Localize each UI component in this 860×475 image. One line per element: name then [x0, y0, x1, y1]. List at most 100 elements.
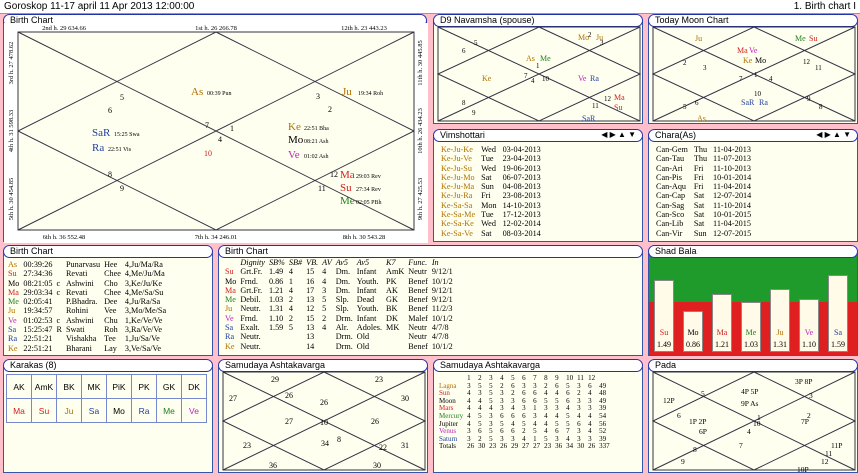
- list-row[interactable]: Can-Vir Sun 12-07-2015: [653, 229, 754, 238]
- list-row[interactable]: Can-Aqu Fri 11-04-2014: [653, 182, 754, 191]
- table-cell: Me: [225, 295, 236, 305]
- table-cell: [55, 344, 64, 353]
- table-cell: 13: [306, 332, 315, 342]
- list-cell: Sat: [481, 228, 492, 238]
- table-cell: Ve: [8, 315, 17, 325]
- bindu-total: 27: [229, 394, 237, 403]
- planet-ra: Ra: [92, 142, 104, 154]
- table-cell: 23: [544, 442, 552, 451]
- table-cell: Benef: [408, 295, 428, 305]
- table-cell: 19:34:57: [23, 306, 53, 316]
- house-sign-number: 1: [230, 124, 234, 133]
- table-cell: Frnd.: [240, 276, 258, 286]
- table-cell: 13: [306, 295, 315, 305]
- chart-selector[interactable]: 1. Birth chart I: [794, 0, 856, 14]
- list-row[interactable]: Can-Sco Sat 10-01-2015: [653, 210, 754, 219]
- list-row[interactable]: Ke-Ju-Ke Wed 03-04-2013: [438, 145, 544, 154]
- table-cell: 10/1/2: [431, 276, 453, 286]
- bar-value-label: 1.21: [715, 340, 729, 349]
- list-row[interactable]: Can-Tau Thu 11-07-2013: [653, 154, 754, 163]
- pada-label: 3: [809, 391, 813, 400]
- list-cell: Sat: [693, 191, 705, 201]
- list-row[interactable]: Ke-Sa-Ve Sat 08-03-2014: [438, 229, 544, 238]
- panel-title: Karakas (8): [10, 360, 57, 370]
- list-row[interactable]: Can-Gem Thu 11-04-2013: [653, 145, 754, 154]
- karaka-planet: Ma: [6, 398, 32, 423]
- bindu-total: 26: [285, 391, 293, 400]
- table-cell: Roh: [104, 325, 118, 335]
- karakas-table: AK AmK BK MK PiK PK GK DK Ma Su Ju Sa Mo Ra Me Ve: [6, 374, 207, 457]
- pada-panel: Pada 4P 5P 9P As 3P 8P 12P 6 1P 2P 6P 7P 10 4 1 7 8 9…: [648, 359, 858, 474]
- house-sign-number: 12: [604, 95, 612, 103]
- list-row[interactable]: Ke-Sa-Sa Mon 14-10-2013: [438, 201, 544, 210]
- list-row[interactable]: Can-Ari Fri 11-10-2013: [653, 164, 754, 173]
- pada-label: 4: [747, 427, 751, 436]
- bar-planet-label: Mo: [687, 328, 699, 337]
- bindu-total: 29: [271, 375, 279, 384]
- planet-ju: Ju: [596, 33, 603, 42]
- list-cell: Sun: [693, 228, 707, 238]
- list-row[interactable]: Ke-Ju-Ma Sun 04-08-2013: [438, 182, 544, 191]
- shad-bala-bar: Su 1.49: [654, 280, 674, 352]
- column-header: [223, 258, 238, 267]
- panel-title: Shad Bala: [655, 246, 697, 256]
- planet-as: As: [191, 86, 203, 98]
- list-row[interactable]: Can-Pis Fri 10-01-2014: [653, 173, 754, 182]
- house-sign-number: 9: [472, 109, 476, 117]
- shad-bala-bar: Me 1.03: [741, 302, 761, 352]
- house-sign-number: 8: [108, 170, 112, 179]
- house-sign-number: 9: [807, 95, 811, 103]
- bar-planet-label: Ve: [804, 328, 814, 337]
- list-row[interactable]: Ke-Ju-Ra Fri 23-08-2013: [438, 191, 544, 200]
- bindu-total: 34: [321, 439, 329, 448]
- house-strength-label: 7th h. 34 246.01: [195, 234, 237, 241]
- table-cell: 12: [306, 304, 315, 314]
- table-cell: 1.59: [268, 323, 284, 333]
- table-cell: GK: [386, 295, 398, 305]
- column-header: VB.: [306, 258, 319, 267]
- birth-table-panel: Birth Chart As 00:39:26 Punarvasu Hee 4,Ju/M…: [3, 245, 213, 356]
- table-cell: Youth.: [356, 276, 379, 286]
- house-strength-label: 9th h. 27 425.53: [417, 178, 424, 220]
- pada-label: 9: [681, 457, 685, 466]
- karaka-name: PiK: [106, 374, 132, 399]
- table-cell: [267, 342, 287, 351]
- table-cell: Ve: [225, 313, 234, 323]
- list-row[interactable]: Can-Cap Sat 12-07-2014: [653, 191, 754, 200]
- planet-ve: Ve: [578, 74, 587, 83]
- bar-planet-label: Ma: [716, 328, 728, 337]
- karaka-header-row: AK AmK BK MK PiK PK GK DK: [6, 374, 207, 399]
- list-row[interactable]: Ke-Ju-Su Wed 19-06-2013: [438, 164, 544, 173]
- bar-value-label: 1.31: [773, 340, 787, 349]
- list-cell: Ke-Ju-Ve: [441, 154, 472, 164]
- list-cell: Wed: [481, 219, 496, 229]
- planet-su: Su: [809, 34, 817, 43]
- column-header: SB#: [288, 258, 303, 267]
- list-row[interactable]: Ke-Sa-Ke Wed 12-02-2014: [438, 219, 544, 228]
- chara-nav-arrows[interactable]: ◀ ▶ ▲ ▼: [816, 130, 851, 140]
- table-cell: Dm.: [335, 267, 351, 277]
- dasha-nav-arrows[interactable]: ◀ ▶ ▲ ▼: [601, 130, 636, 140]
- table-cell: 36: [555, 442, 563, 451]
- table-row: Ra 22:51:21 Vishakha Tee 1,Ju/Sa/Ve: [6, 334, 168, 343]
- d9-chart-diagram: 147 102356891112Mo JuAs MeKe Ve RaMaSuSaR: [436, 26, 642, 123]
- table-row: Me 02:05:41 P.Bhadra. Dee 4,Ju/Ra/Sa: [6, 297, 168, 306]
- table-cell: Dead: [356, 295, 375, 305]
- list-row[interactable]: Ke-Ju-Ve Tue 23-04-2013: [438, 154, 544, 163]
- table-row: Ve Frnd. 1.10 2 15 2 Drm. Infant DK Malef 10/1/2: [223, 314, 455, 323]
- pada-label: 7: [739, 441, 743, 450]
- table-cell: 4,Ju/Ra/Sa: [124, 297, 161, 307]
- list-cell: Ke-Ju-Su: [441, 163, 472, 173]
- list-row[interactable]: Can-Lib Sat 11-04-2015: [653, 219, 754, 228]
- table-cell: 5: [322, 304, 327, 314]
- list-row[interactable]: Ke-Sa-Me Tue 17-12-2013: [438, 210, 544, 219]
- karaka-name: MK: [81, 374, 107, 399]
- list-row[interactable]: Ke-Ju-Mo Sat 06-07-2013: [438, 173, 544, 182]
- table-cell: 3: [322, 285, 327, 295]
- samudaya-chart-panel: Samudaya Ashtakavarga 29 23 27 26 26 30 27 10 26…: [218, 359, 428, 473]
- table-cell: Drm.: [335, 313, 353, 323]
- list-cell: Ke-Sa-Ke: [441, 219, 474, 229]
- list-row[interactable]: Can-Sag Sat 11-10-2014: [653, 201, 754, 210]
- shad-bala-panel: Shad Bala Su 1.49 Mo 0.86 Ma 1.21 Me 1.03 Ju 1.31…: [648, 245, 858, 356]
- house-sign-number: 11: [592, 102, 599, 110]
